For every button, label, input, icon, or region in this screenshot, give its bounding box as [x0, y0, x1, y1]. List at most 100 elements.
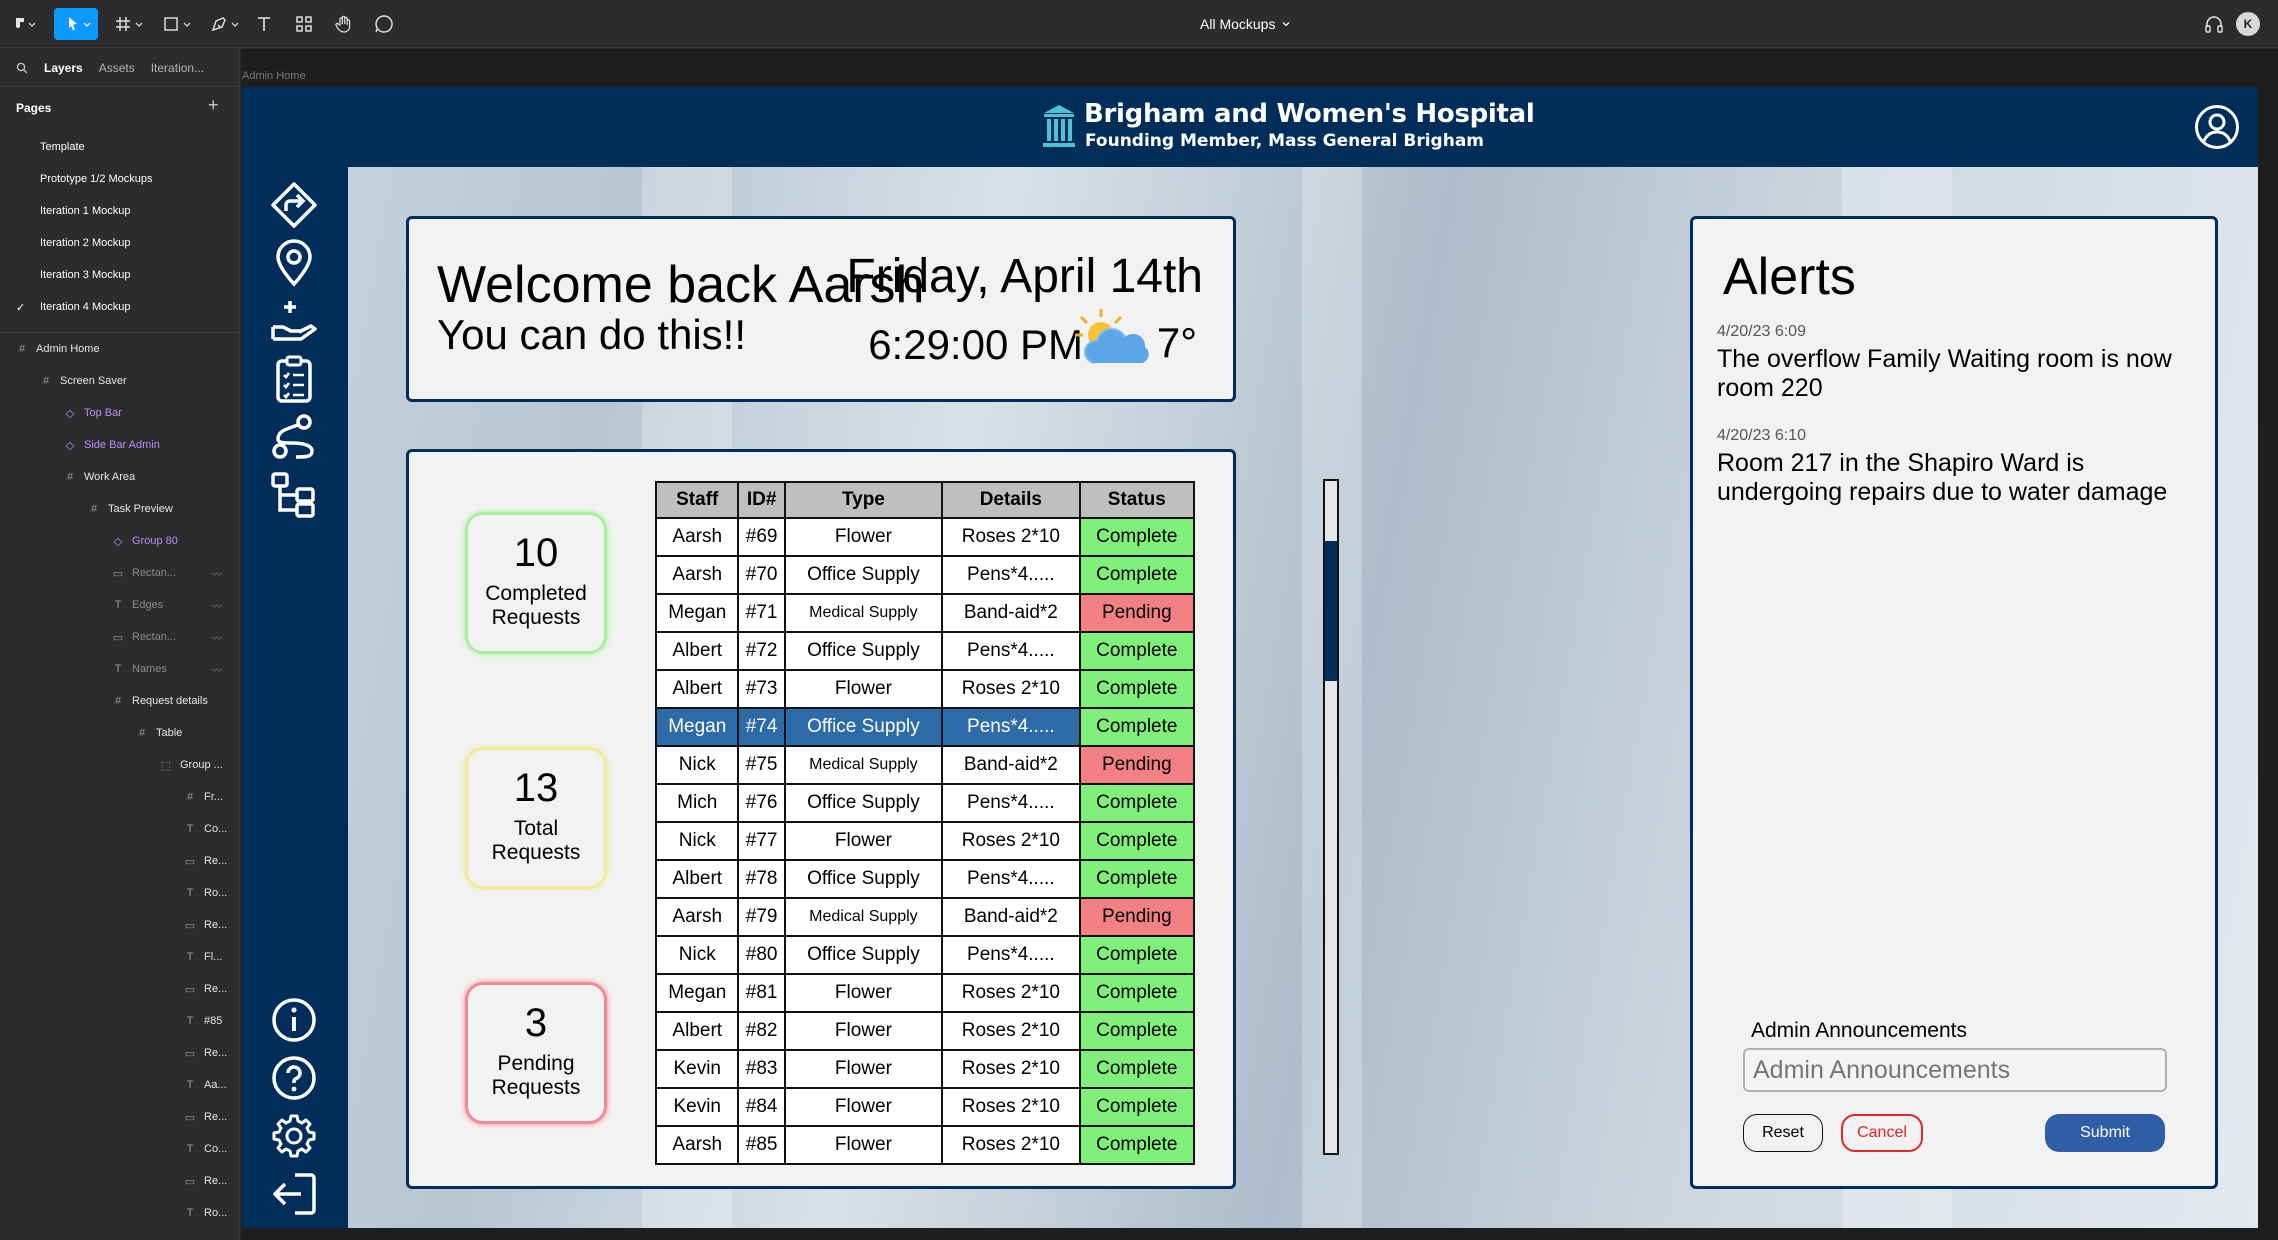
table-row[interactable]: Nick #75 Medical Supply Band-aid*2 Pending	[654, 745, 1196, 785]
layer-row[interactable]: ▭ Re...	[184, 979, 227, 999]
headphones-icon[interactable]	[2202, 8, 2226, 40]
layer-row[interactable]: T Ro...	[184, 1203, 228, 1223]
table-row[interactable]: Kevin #84 Flower Roses 2*10 Complete	[654, 1087, 1196, 1127]
layer-row[interactable]: ▭ Re...	[184, 851, 227, 871]
layer-row[interactable]: T Fl...	[184, 947, 223, 967]
tab-assets[interactable]: Assets	[99, 61, 135, 75]
column-header[interactable]: Staff	[654, 481, 740, 519]
layer-row[interactable]: ▭ Re...	[184, 915, 227, 935]
layer-row[interactable]: T #85	[184, 1011, 223, 1031]
table-row[interactable]: Megan #81 Flower Roses 2*10 Complete	[654, 973, 1196, 1013]
column-header[interactable]: ID#	[737, 481, 786, 519]
layer-name: Re...	[204, 855, 228, 867]
layer-row[interactable]: T Ro...	[184, 883, 228, 903]
table-row[interactable]: Albert #73 Flower Roses 2*10 Complete	[654, 669, 1196, 709]
layer-row[interactable]: # Task Preview	[88, 499, 173, 519]
table-row[interactable]: Aarsh #69 Flower Roses 2*10 Complete	[654, 517, 1196, 557]
column-header[interactable]: Details	[941, 481, 1081, 519]
layer-row[interactable]: T Co...	[184, 1139, 228, 1159]
page-item[interactable]: Iteration 4 Mockup	[40, 301, 131, 313]
text-tool-icon[interactable]	[254, 8, 274, 40]
table-row[interactable]: Mich #76 Office Supply Pens*4..... Complete	[654, 783, 1196, 823]
table-row[interactable]: Aarsh #79 Medical Supply Band-aid*2 Pending	[654, 897, 1196, 937]
table-row[interactable]: Megan #74 Office Supply Pens*4..... Complete	[654, 707, 1196, 747]
clipboard-list-icon[interactable]	[268, 353, 320, 405]
layer-row[interactable]: ◇ Group 80	[112, 531, 178, 551]
page-item[interactable]: Iteration 1 Mockup	[40, 205, 131, 217]
profile-icon[interactable]	[2194, 104, 2240, 150]
search-icon[interactable]	[16, 62, 28, 74]
page-item[interactable]: Prototype 1/2 Mockups	[40, 173, 153, 185]
layer-row[interactable]: ◇ Side Bar Admin	[64, 435, 160, 455]
page-item[interactable]: Iteration 2 Mockup	[40, 237, 131, 249]
page-item[interactable]: Iteration 3 Mockup	[40, 269, 131, 281]
org-chart-icon[interactable]	[268, 469, 320, 521]
layer-row[interactable]: ◇ Top Bar	[64, 403, 122, 423]
layer-row[interactable]: # Work Area	[64, 467, 135, 487]
layer-row[interactable]: ▭ Rectan... 〰	[112, 627, 222, 647]
table-row[interactable]: Nick #77 Flower Roses 2*10 Complete	[654, 821, 1196, 861]
location-pin-icon[interactable]	[268, 237, 320, 289]
add-page-icon[interactable]: +	[208, 95, 219, 116]
hand-tool-icon[interactable]	[332, 8, 356, 40]
layer-row[interactable]: # Request details	[112, 691, 208, 711]
table-row[interactable]: Albert #72 Office Supply Pens*4..... Complet…	[654, 631, 1196, 671]
table-row[interactable]: Albert #78 Office Supply Pens*4..... Complet…	[654, 859, 1196, 899]
hidden-eye-icon[interactable]: 〰	[212, 566, 222, 581]
frame-tool-icon[interactable]	[110, 8, 150, 40]
layer-row[interactable]: # Admin Home	[16, 339, 100, 359]
table-row[interactable]: Albert #82 Flower Roses 2*10 Complete	[654, 1011, 1196, 1051]
table-row[interactable]: Megan #71 Medical Supply Band-aid*2 Pending	[654, 593, 1196, 633]
frame-label[interactable]: Admin Home	[242, 70, 306, 82]
table-row[interactable]: Kevin #83 Flower Roses 2*10 Complete	[654, 1049, 1196, 1089]
layer-row[interactable]: T Aa...	[184, 1075, 227, 1095]
table-scrollbar-thumb[interactable]	[1325, 541, 1337, 681]
reset-button[interactable]: Reset	[1743, 1114, 1823, 1152]
admin-announcements-input[interactable]	[1743, 1048, 2167, 1092]
move-tool-icon[interactable]	[54, 8, 98, 40]
submit-button[interactable]: Submit	[2045, 1114, 2165, 1152]
layer-row[interactable]: T Edges 〰	[112, 595, 222, 615]
logout-icon[interactable]	[268, 1168, 320, 1220]
pen-tool-icon[interactable]	[206, 8, 246, 40]
file-title[interactable]: All Mockups	[1200, 0, 1291, 48]
layer-row[interactable]: ▭ Re...	[184, 1107, 227, 1127]
info-icon[interactable]	[268, 994, 320, 1046]
tab-layers[interactable]: Layers	[44, 61, 83, 75]
layer-name: Ro...	[204, 1207, 228, 1219]
resources-tool-icon[interactable]	[292, 8, 316, 40]
column-header[interactable]: Status	[1078, 481, 1196, 519]
column-header[interactable]: Type	[783, 481, 944, 519]
layer-row[interactable]: # Fr...	[184, 787, 223, 807]
admin-home-frame: Brigham and Women's Hospital Founding Me…	[242, 87, 2258, 1228]
tab-page-selector[interactable]: Iteration...	[151, 61, 204, 75]
table-row[interactable]: Aarsh #70 Office Supply Pens*4..... Complete	[654, 555, 1196, 595]
help-icon[interactable]	[268, 1052, 320, 1104]
table-scrollbar[interactable]	[1323, 479, 1339, 1155]
layer-row[interactable]: T Names 〰	[112, 659, 222, 679]
hidden-eye-icon[interactable]: 〰	[212, 598, 222, 613]
table-header-row: Staff ID# Type Details Status	[654, 481, 1196, 519]
hidden-eye-icon[interactable]: 〰	[212, 662, 222, 677]
directions-icon[interactable]	[268, 179, 320, 231]
comment-tool-icon[interactable]	[372, 8, 396, 40]
settings-gear-icon[interactable]	[268, 1110, 320, 1162]
cancel-button[interactable]: Cancel	[1841, 1114, 1923, 1152]
layer-row[interactable]: ▭ Re...	[184, 1043, 227, 1063]
page-item[interactable]: Template	[40, 141, 85, 153]
layer-name: Request details	[132, 695, 208, 707]
main-menu-icon[interactable]	[10, 8, 38, 40]
user-avatar[interactable]: K	[2236, 12, 2260, 36]
layer-row[interactable]: # Screen Saver	[40, 371, 127, 391]
rectangle-tool-icon[interactable]	[158, 8, 198, 40]
layer-row[interactable]: ▭ Re...	[184, 1171, 227, 1191]
table-row[interactable]: Aarsh #85 Flower Roses 2*10 Complete	[654, 1125, 1196, 1165]
layer-row[interactable]: ⬚ Group ...	[160, 755, 223, 775]
path-nodes-icon[interactable]	[268, 411, 320, 463]
layer-row[interactable]: T Co...	[184, 819, 228, 839]
hidden-eye-icon[interactable]: 〰	[212, 630, 222, 645]
table-row[interactable]: Nick #80 Office Supply Pens*4..... Complete	[654, 935, 1196, 975]
service-request-icon[interactable]	[268, 295, 320, 347]
layer-row[interactable]: ▭ Rectan... 〰	[112, 563, 222, 583]
layer-row[interactable]: # Table	[136, 723, 182, 743]
